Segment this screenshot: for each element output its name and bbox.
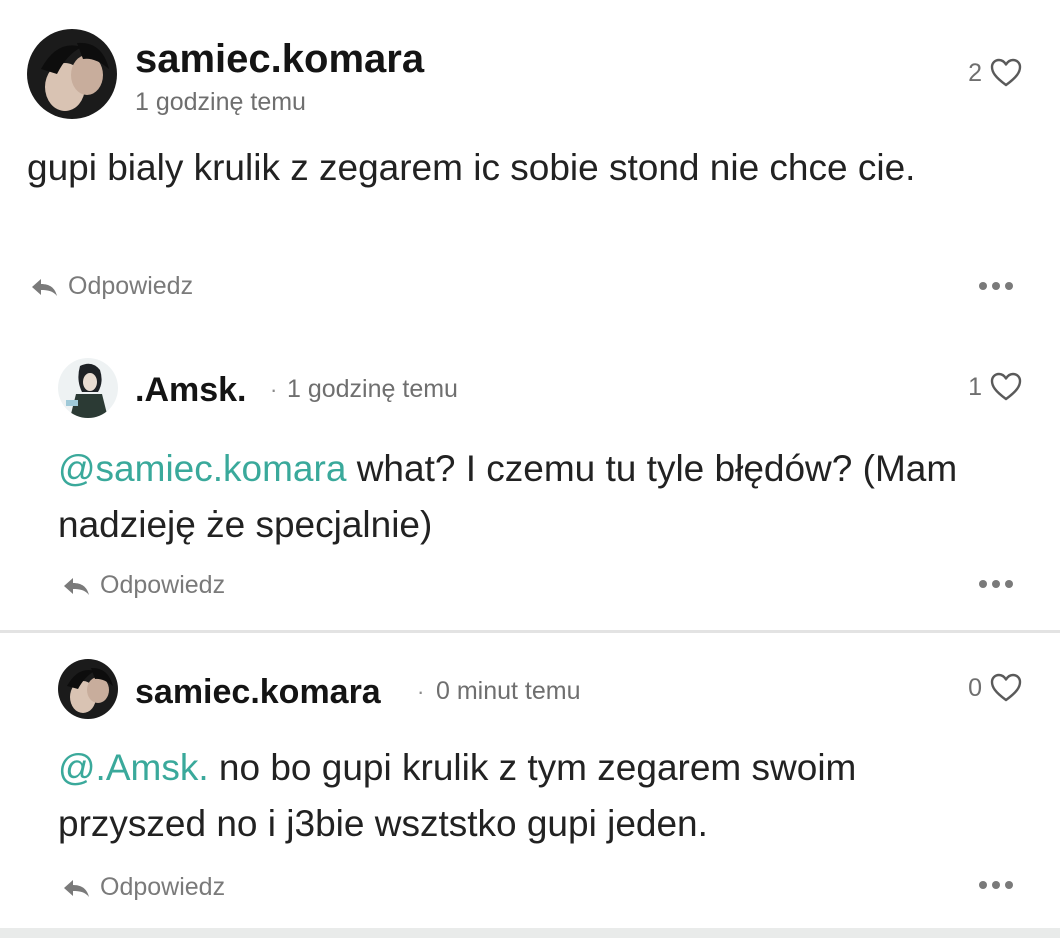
username[interactable]: samiec.komara <box>135 37 424 82</box>
more-options-button[interactable] <box>977 280 1015 292</box>
comment-1: samiec.komara 1 godzinę temu 2 gupi bial… <box>0 0 1060 330</box>
mention-link[interactable]: @samiec.komara <box>58 448 346 489</box>
comment-2: .Amsk. · 1 godzinę temu 1 @samiec.komara… <box>0 330 1060 630</box>
user-avatar[interactable] <box>58 659 118 719</box>
separator-dot: · <box>270 377 278 402</box>
username[interactable]: samiec.komara <box>135 673 381 712</box>
user-avatar[interactable] <box>58 358 118 418</box>
reply-arrow-icon <box>30 277 58 297</box>
reply-arrow-icon <box>62 878 90 898</box>
comment-text: @.Amsk. no bo gupi krulik z tym zegarem … <box>58 747 857 844</box>
user-avatar[interactable] <box>27 29 117 119</box>
reply-label: Odpowiedz <box>68 272 194 300</box>
heart-outline-icon <box>990 673 1022 703</box>
reply-label: Odpowiedz <box>100 571 226 599</box>
comment-text: gupi bialy krulik z zegarem ic sobie sto… <box>27 147 916 188</box>
timestamp: 1 godzinę temu <box>135 88 306 116</box>
like-button[interactable]: 1 <box>968 372 1022 402</box>
reply-button[interactable]: Odpowiedz <box>30 272 193 301</box>
separator-dot: · <box>417 679 425 704</box>
like-count: 2 <box>968 58 982 87</box>
reply-button[interactable]: Odpowiedz <box>62 571 225 600</box>
heart-outline-icon <box>990 58 1022 88</box>
username[interactable]: .Amsk. <box>135 371 247 410</box>
bottom-separator <box>0 928 1060 938</box>
reply-arrow-icon <box>62 576 90 596</box>
mention-link[interactable]: @.Amsk. <box>58 747 209 788</box>
comment-text: @samiec.komara what? I czemu tu tyle błę… <box>58 448 958 545</box>
timestamp: 0 minut temu <box>436 677 581 705</box>
like-count: 0 <box>968 673 982 702</box>
heart-outline-icon <box>990 372 1022 402</box>
reply-button[interactable]: Odpowiedz <box>62 873 225 902</box>
like-button[interactable]: 0 <box>968 673 1022 703</box>
comment-3: samiec.komara · 0 minut temu 0 @.Amsk. n… <box>0 633 1060 928</box>
like-button[interactable]: 2 <box>968 58 1022 88</box>
more-options-button[interactable] <box>977 879 1015 891</box>
like-count: 1 <box>968 372 982 401</box>
reply-label: Odpowiedz <box>100 873 226 901</box>
more-options-button[interactable] <box>977 578 1015 590</box>
timestamp: 1 godzinę temu <box>287 375 458 403</box>
